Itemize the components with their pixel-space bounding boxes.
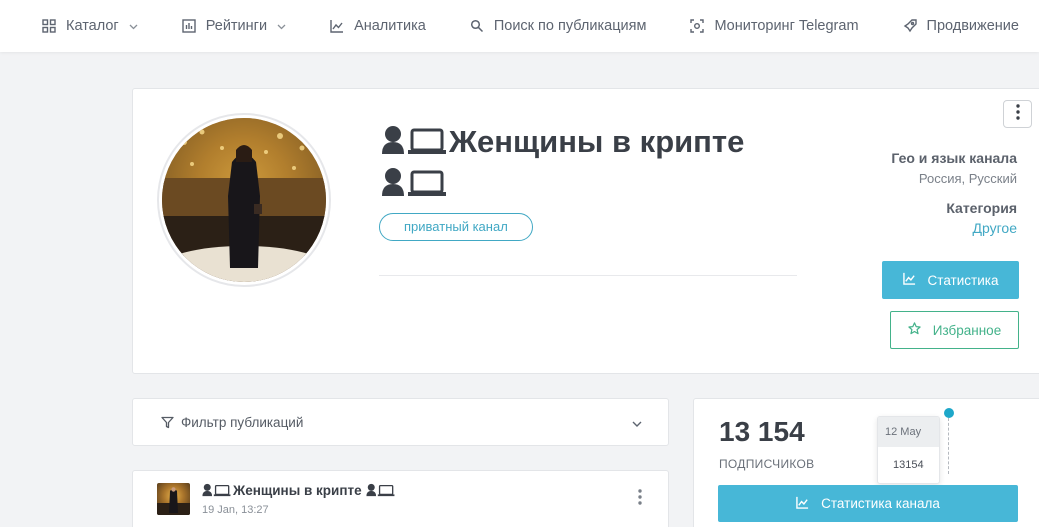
- nav-item-label: Поиск по публикациям: [493, 18, 647, 34]
- post-title-text: Женщины в крипте: [233, 483, 362, 498]
- chart-tooltip: 12 May 13154: [877, 416, 940, 484]
- more-options-button[interactable]: [1003, 100, 1032, 128]
- chart-crosshair: [948, 418, 949, 474]
- subscribers-card: 13 154 ПОДПИСЧИКОВ 12 May 13154 Статисти…: [693, 398, 1039, 527]
- channel-profile-card: Женщины в крипте приватный канал Гео и я…: [132, 88, 1039, 374]
- line-chart-icon: [330, 19, 344, 33]
- statistics-button-label: Статистика: [927, 272, 999, 288]
- tooltip-date: 12 May: [878, 417, 939, 447]
- category-label: Категория: [946, 200, 1017, 216]
- favorite-button-label: Избранное: [932, 322, 1002, 338]
- nav-item-label: Аналитика: [354, 18, 426, 34]
- geo-language-value: Россия, Русский: [918, 171, 1017, 186]
- nav-item-analytics[interactable]: Аналитика: [330, 18, 426, 34]
- nav-item-search-publications[interactable]: Поиск по публикациям: [470, 18, 647, 34]
- chevron-down-icon: [129, 22, 138, 31]
- grid-icon: [42, 19, 56, 33]
- woman-laptop-emoji: [379, 124, 447, 165]
- divider: [379, 275, 797, 276]
- nav-item-label: Мониторинг Telegram: [714, 18, 859, 34]
- line-chart-icon: [796, 496, 809, 512]
- post-date: 19 Jan, 13:27: [202, 504, 269, 516]
- search-icon: [470, 19, 484, 33]
- publication-item: Женщины в крипте 19 Jan, 13:27: [132, 470, 669, 527]
- woman-laptop-emoji: [201, 483, 231, 500]
- geo-language-label: Гео и язык канала: [891, 150, 1017, 166]
- nav-item-ratings[interactable]: Рейтинги: [182, 18, 286, 34]
- chart-point[interactable]: [944, 408, 954, 418]
- filter-label: Фильтр публикаций: [181, 415, 304, 430]
- tooltip-value: 13154: [893, 459, 924, 471]
- chevron-down-icon: [277, 22, 286, 31]
- scan-icon: [690, 19, 705, 33]
- rocket-icon: [903, 19, 917, 33]
- nav-item-label: Рейтинги: [205, 18, 268, 34]
- line-chart-icon: [902, 272, 916, 288]
- channel-avatar: [157, 113, 331, 287]
- post-avatar: [157, 483, 190, 515]
- favorite-button[interactable]: Избранное: [890, 311, 1019, 349]
- publication-filter-toggle[interactable]: Фильтр публикаций: [132, 398, 669, 446]
- channel-statistics-button[interactable]: Статистика канала: [718, 485, 1018, 522]
- channel-title-text: Женщины в крипте: [449, 124, 745, 159]
- nav-item-label: Каталог: [66, 18, 119, 34]
- nav-item-promotion[interactable]: Продвижение: [903, 18, 1019, 34]
- vertical-dots-icon: [638, 489, 642, 509]
- channel-title: Женщины в крипте: [379, 123, 809, 207]
- bar-chart-icon: [182, 19, 196, 33]
- category-link[interactable]: Другое: [973, 220, 1017, 236]
- vertical-dots-icon: [1015, 103, 1020, 125]
- post-title[interactable]: Женщины в крипте: [201, 483, 397, 500]
- woman-laptop-emoji: [379, 166, 447, 207]
- top-navigation: Каталог Рейтинги Аналитика Поиск по публ…: [0, 0, 1039, 52]
- post-more-button[interactable]: [638, 489, 642, 510]
- woman-laptop-emoji: [365, 483, 395, 500]
- chevron-down-icon: [632, 416, 642, 434]
- nav-item-catalog[interactable]: Каталог: [42, 18, 138, 34]
- star-icon: [908, 322, 921, 338]
- channel-statistics-button-label: Статистика канала: [821, 496, 940, 511]
- subscribers-label: ПОДПИСЧИКОВ: [719, 457, 815, 471]
- private-channel-badge: приватный канал: [379, 213, 533, 241]
- channel-avatar-image: [162, 118, 326, 282]
- filter-icon: [161, 416, 174, 434]
- statistics-button[interactable]: Статистика: [882, 261, 1019, 299]
- nav-item-label: Продвижение: [926, 18, 1019, 34]
- nav-item-telegram-monitoring[interactable]: Мониторинг Telegram: [690, 18, 859, 34]
- subscribers-count: 13 154: [719, 416, 805, 447]
